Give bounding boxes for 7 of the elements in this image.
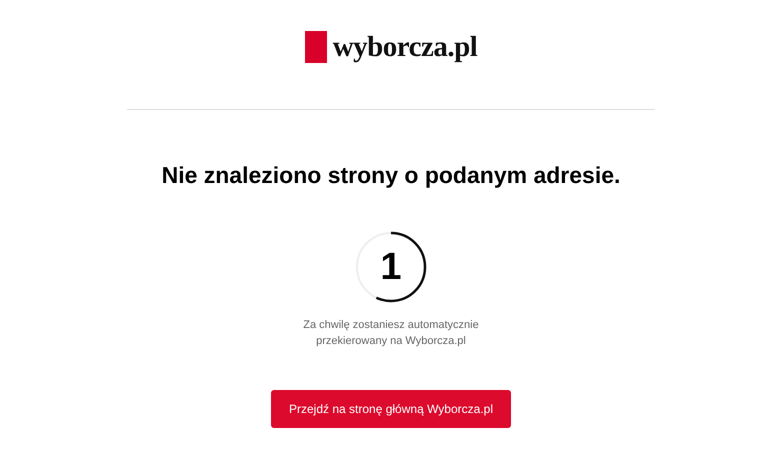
countdown-number: 1 (380, 246, 402, 288)
page-heading: Nie znaleziono strony o podanym adresie. (162, 162, 620, 189)
countdown-ring (355, 231, 427, 303)
logo-text: wyborcza.pl (332, 30, 478, 64)
homepage-button[interactable]: Przejdź na stronę główną Wyborcza.pl (271, 390, 511, 428)
redirect-message: Za chwilę zostaniesz automatycznie przekierowany na Wyborcza.pl (303, 318, 479, 349)
logo-icon (304, 31, 327, 63)
